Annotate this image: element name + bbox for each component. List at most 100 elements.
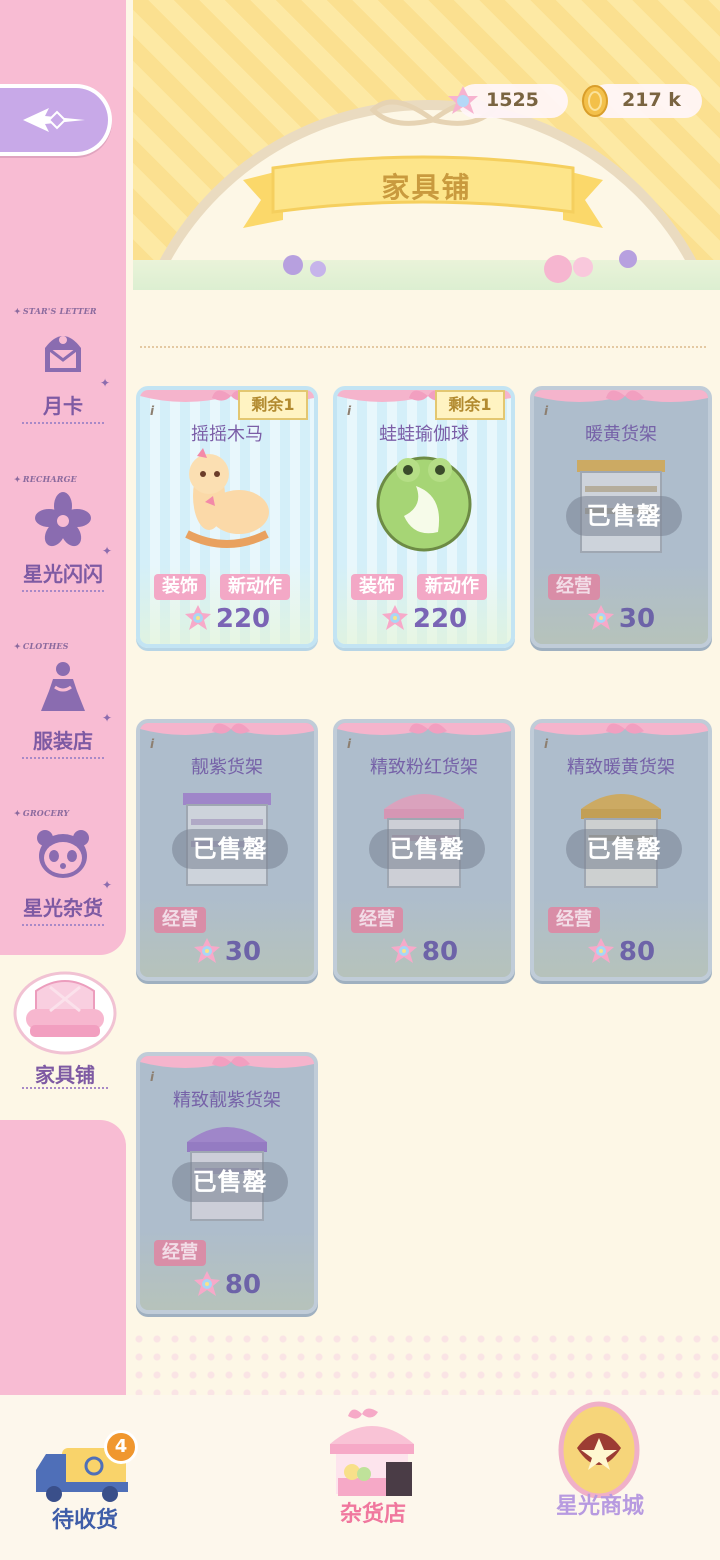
product-card: i 暖黄货架经营 30 已售罄	[530, 386, 712, 648]
shop-header-banner	[133, 0, 720, 290]
sidebar-item-recharge[interactable]: RECHARGE ✦ 星光闪闪	[0, 474, 126, 594]
price-value: 80	[421, 937, 459, 967]
letter-icon	[45, 336, 81, 372]
price: 80	[337, 937, 511, 967]
sold-out-badge: 已售罄	[369, 829, 485, 869]
product-name: 靓紫货架	[191, 757, 263, 778]
sidebar-item-label: 家具铺	[35, 1063, 95, 1087]
page-title: 家具铺	[381, 171, 472, 204]
product-name: 精致靓紫货架	[173, 1090, 281, 1111]
starlight-gem-icon	[587, 604, 615, 632]
sidebar-item-label: 星光闪闪	[23, 562, 103, 586]
price: 80	[140, 1270, 314, 1300]
alpaca-rocking-horse-image	[177, 446, 277, 556]
price: 30	[534, 604, 708, 634]
starlight-egg-icon	[558, 1401, 640, 1498]
sold-out-badge: 已售罄	[172, 1162, 288, 1202]
starlight-mall-button[interactable]: 星光商城	[535, 1398, 665, 1538]
delivery-button[interactable]: 4 待收货	[20, 1420, 150, 1540]
delivery-count-badge: 4	[104, 1430, 138, 1464]
sidebar: STAR'S LETTER ✦ 月卡 RECHARGE ✦ 星光闪闪	[0, 0, 126, 1410]
dress-icon	[41, 662, 85, 711]
sidebar-item-tag: RECHARGE	[14, 474, 77, 484]
flower-decoration	[544, 250, 637, 283]
info-icon[interactable]: i	[150, 737, 154, 751]
back-arrow-icon	[23, 108, 85, 132]
product-tag: 新动作	[220, 574, 290, 600]
price-value: 80	[224, 1270, 262, 1300]
sold-out-badge: 已售罄	[566, 496, 682, 536]
sidebar-item-tag: STAR'S LETTER	[14, 306, 97, 316]
delivery-label: 待收货	[51, 1508, 118, 1533]
info-icon[interactable]: i	[150, 404, 154, 418]
info-icon[interactable]: i	[347, 737, 351, 751]
section-divider	[140, 346, 706, 348]
sidebar-item-label: 月卡	[43, 394, 83, 418]
price-value: 30	[618, 604, 656, 634]
product-card: i 精致粉红货架经营 80 已售罄	[333, 719, 515, 981]
product-tag: 装饰	[154, 574, 206, 600]
star-flower-icon	[35, 492, 91, 547]
starlight-gem-icon	[193, 1270, 221, 1298]
info-icon[interactable]: i	[347, 404, 351, 418]
product-tag: 装饰	[351, 574, 403, 600]
gem-amount: 1525	[486, 89, 539, 111]
divider	[22, 757, 104, 759]
product-name: 精致粉红货架	[370, 757, 478, 778]
price-value: 30	[224, 937, 262, 967]
bow-decoration	[534, 723, 708, 741]
price: 220	[140, 604, 314, 634]
sidebar-item-furniture-active[interactable]: 家具铺	[10, 965, 120, 1095]
product-name: 精致暖黄货架	[567, 757, 675, 778]
bow-decoration	[140, 1056, 314, 1074]
product-tag: 经营	[154, 1240, 206, 1266]
sidebar-item-monthly-card[interactable]: STAR'S LETTER ✦ 月卡	[0, 306, 126, 426]
product-name: 蛙蛙瑜伽球	[379, 424, 469, 445]
price: 30	[140, 937, 314, 967]
product-name: 摇摇木马	[191, 424, 263, 445]
starlight-gem-icon	[390, 937, 418, 965]
sidebar-panel-bottom	[0, 1120, 126, 1410]
product-card: i 靓紫货架 经营 30 已售罄	[136, 719, 318, 981]
gem-currency[interactable]: 1525	[448, 84, 568, 118]
sidebar-item-grocery[interactable]: GROCERY ✦ 星光杂货	[0, 808, 126, 928]
product-tag: 经营	[548, 574, 600, 600]
divider	[22, 422, 104, 424]
price-value: 80	[618, 937, 656, 967]
product-name: 暖黄货架	[585, 424, 657, 445]
info-icon[interactable]: i	[544, 404, 548, 418]
divider	[22, 924, 104, 926]
sidebar-item-label: 星光杂货	[23, 896, 103, 920]
sofa-icon	[13, 971, 117, 1055]
price: 80	[534, 937, 708, 967]
price: 220	[337, 604, 511, 634]
price-value: 220	[412, 604, 468, 634]
sidebar-item-clothes[interactable]: CLOTHES ✦ 服装店	[0, 641, 126, 761]
info-icon[interactable]: i	[544, 737, 548, 751]
product-card: i 精致暖黄货架 经营 80 已售罄	[530, 719, 712, 981]
back-button[interactable]	[0, 84, 112, 156]
starlight-gem-icon	[587, 937, 615, 965]
sidebar-item-tag: CLOTHES	[14, 641, 69, 651]
grocery-shop-button[interactable]: 杂货店	[318, 1408, 428, 1538]
product-tag: 经营	[351, 907, 403, 933]
divider	[22, 1087, 108, 1089]
coin-currency[interactable]: 217 k	[582, 84, 702, 118]
panda-icon	[37, 830, 89, 878]
product-card[interactable]: i 剩余1 摇摇木马装饰 新动作 220	[136, 386, 318, 648]
grocery-shop-label: 杂货店	[339, 1502, 406, 1527]
starlight-mall-label: 星光商城	[555, 1494, 644, 1519]
sidebar-item-tag: GROCERY	[14, 808, 69, 818]
bow-decoration	[140, 723, 314, 741]
starlight-gem-icon	[193, 937, 221, 965]
divider	[22, 590, 104, 592]
starlight-gem-icon	[448, 86, 478, 114]
bow-decoration	[337, 723, 511, 741]
price-value: 220	[215, 604, 271, 634]
info-icon[interactable]: i	[150, 1070, 154, 1084]
product-card[interactable]: i 剩余1 蛙蛙瑜伽球 装饰 新动作 220	[333, 386, 515, 648]
dot-pattern	[130, 1330, 720, 1400]
stock-remaining-label: 剩余1	[238, 390, 308, 420]
sidebar-item-label: 服装店	[33, 729, 93, 753]
bow-decoration	[534, 390, 708, 408]
